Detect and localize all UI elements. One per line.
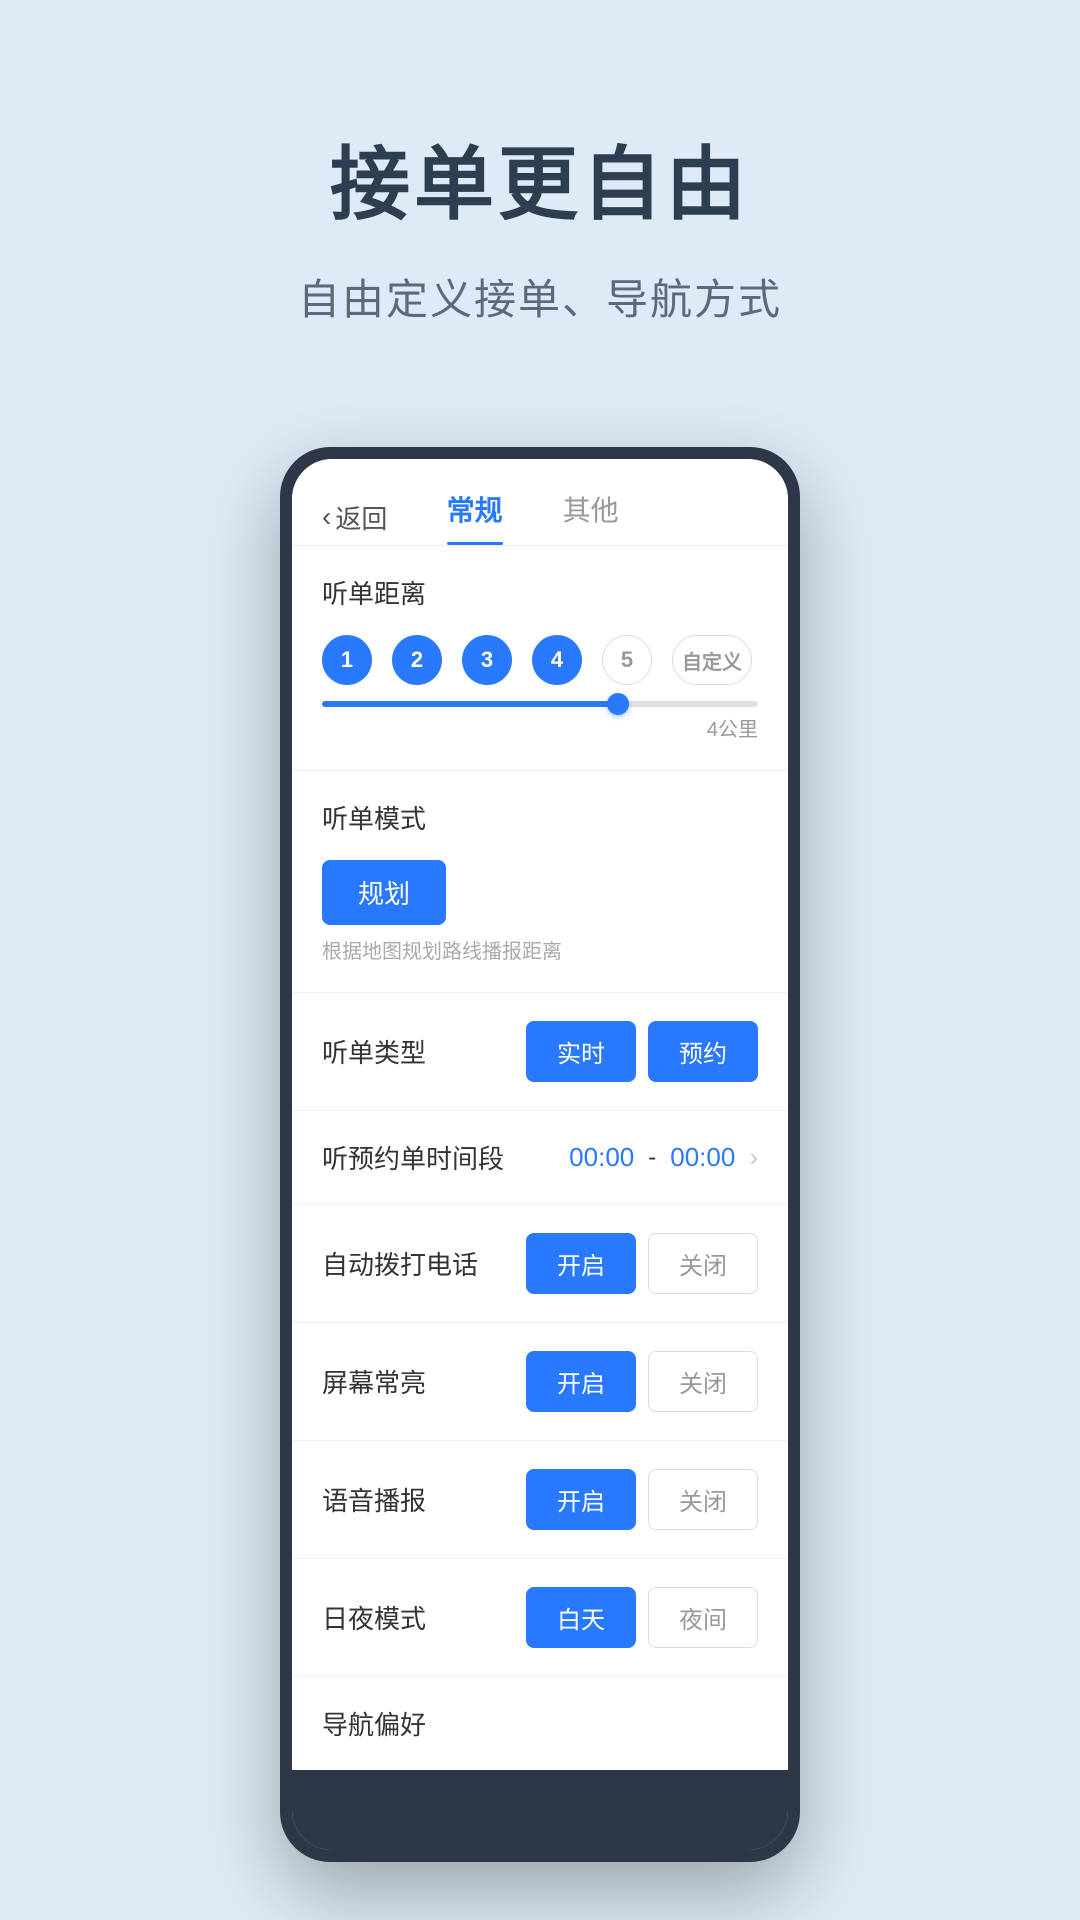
page-title: 接单更自由: [0, 120, 1080, 236]
time-separator: -: [648, 1144, 656, 1172]
nav-pref-section[interactable]: 导航偏好: [292, 1677, 788, 1770]
distance-slider[interactable]: [322, 701, 758, 707]
phone-screen: ‹ 返回 常规 其他 听单距离: [292, 459, 788, 1850]
screen-on-section: 屏幕常亮 开启 关闭: [292, 1323, 788, 1441]
day-night-section: 日夜模式 白天 夜间: [292, 1559, 788, 1677]
voice-on-btn[interactable]: 开启: [526, 1469, 636, 1530]
auto-call-section: 自动拨打电话 开启 关闭: [292, 1205, 788, 1323]
slider-value-label: 4公里: [322, 713, 758, 742]
mode-btn-plan[interactable]: 规划: [322, 860, 446, 925]
slider-thumb[interactable]: [607, 693, 629, 715]
time-start: 00:00: [569, 1142, 634, 1173]
screen-on-toggle-group: 开启 关闭: [526, 1351, 758, 1412]
order-type-label: 听单类型: [322, 1033, 426, 1070]
distance-btn-3[interactable]: 3: [462, 635, 512, 685]
distance-btn-5[interactable]: 5: [602, 635, 652, 685]
distance-btn-4[interactable]: 4: [532, 635, 582, 685]
time-label: 听预约单时间段: [322, 1139, 504, 1176]
mode-hint: 根据地图规划路线播报距离: [322, 935, 758, 964]
chevron-left-icon: ‹: [322, 501, 331, 533]
tab-other[interactable]: 其他: [563, 489, 619, 545]
page-subtitle: 自由定义接单、导航方式: [0, 266, 1080, 327]
order-type-realtime-btn[interactable]: 实时: [526, 1021, 636, 1082]
distance-section: 听单距离 1 2 3 4 5 自定义: [292, 546, 788, 771]
auto-call-on-btn[interactable]: 开启: [526, 1233, 636, 1294]
auto-call-label: 自动拨打电话: [322, 1245, 478, 1282]
voice-toggle-group: 开启 关闭: [526, 1469, 758, 1530]
slider-fill: [322, 701, 618, 707]
mode-section: 听单模式 规划 根据地图规划路线播报距离: [292, 771, 788, 993]
page-header: 接单更自由 自由定义接单、导航方式: [0, 0, 1080, 387]
distance-btn-2[interactable]: 2: [392, 635, 442, 685]
time-chevron-icon: ›: [749, 1142, 758, 1173]
auto-call-off-btn[interactable]: 关闭: [648, 1233, 758, 1294]
voice-section: 语音播报 开启 关闭: [292, 1441, 788, 1559]
nav-bar: ‹ 返回 常规 其他: [292, 459, 788, 546]
time-value[interactable]: 00:00 - 00:00 ›: [569, 1142, 758, 1173]
distance-title: 听单距离: [322, 574, 758, 611]
order-type-toggle-group: 实时 预约: [526, 1021, 758, 1082]
nav-pref-label: 导航偏好: [322, 1705, 426, 1742]
day-night-toggle-group: 白天 夜间: [526, 1587, 758, 1648]
nav-tabs: 常规 其他: [387, 489, 678, 545]
screen-on-label: 屏幕常亮: [322, 1363, 426, 1400]
phone-mockup: ‹ 返回 常规 其他 听单距离: [280, 447, 800, 1862]
phone-frame: ‹ 返回 常规 其他 听单距离: [280, 447, 800, 1862]
voice-label: 语音播报: [322, 1481, 426, 1518]
voice-off-btn[interactable]: 关闭: [648, 1469, 758, 1530]
slider-track: [322, 701, 758, 707]
day-night-day-btn[interactable]: 白天: [526, 1587, 636, 1648]
time-section[interactable]: 听预约单时间段 00:00 - 00:00 ›: [292, 1111, 788, 1205]
distance-btn-custom[interactable]: 自定义: [672, 635, 752, 685]
screen-on-off-btn[interactable]: 关闭: [648, 1351, 758, 1412]
distance-btn-1[interactable]: 1: [322, 635, 372, 685]
order-type-schedule-btn[interactable]: 预约: [648, 1021, 758, 1082]
auto-call-toggle-group: 开启 关闭: [526, 1233, 758, 1294]
order-type-section: 听单类型 实时 预约: [292, 993, 788, 1111]
nav-back-button[interactable]: ‹ 返回: [322, 499, 387, 536]
mode-title: 听单模式: [322, 799, 758, 836]
time-end: 00:00: [670, 1142, 735, 1173]
distance-options: 1 2 3 4 5 自定义: [322, 635, 758, 685]
day-night-night-btn[interactable]: 夜间: [648, 1587, 758, 1648]
day-night-label: 日夜模式: [322, 1599, 426, 1636]
screen-on-on-btn[interactable]: 开启: [526, 1351, 636, 1412]
phone-bottom-bar: [292, 1770, 788, 1850]
nav-back-label: 返回: [335, 499, 387, 536]
tab-normal[interactable]: 常规: [447, 489, 503, 545]
